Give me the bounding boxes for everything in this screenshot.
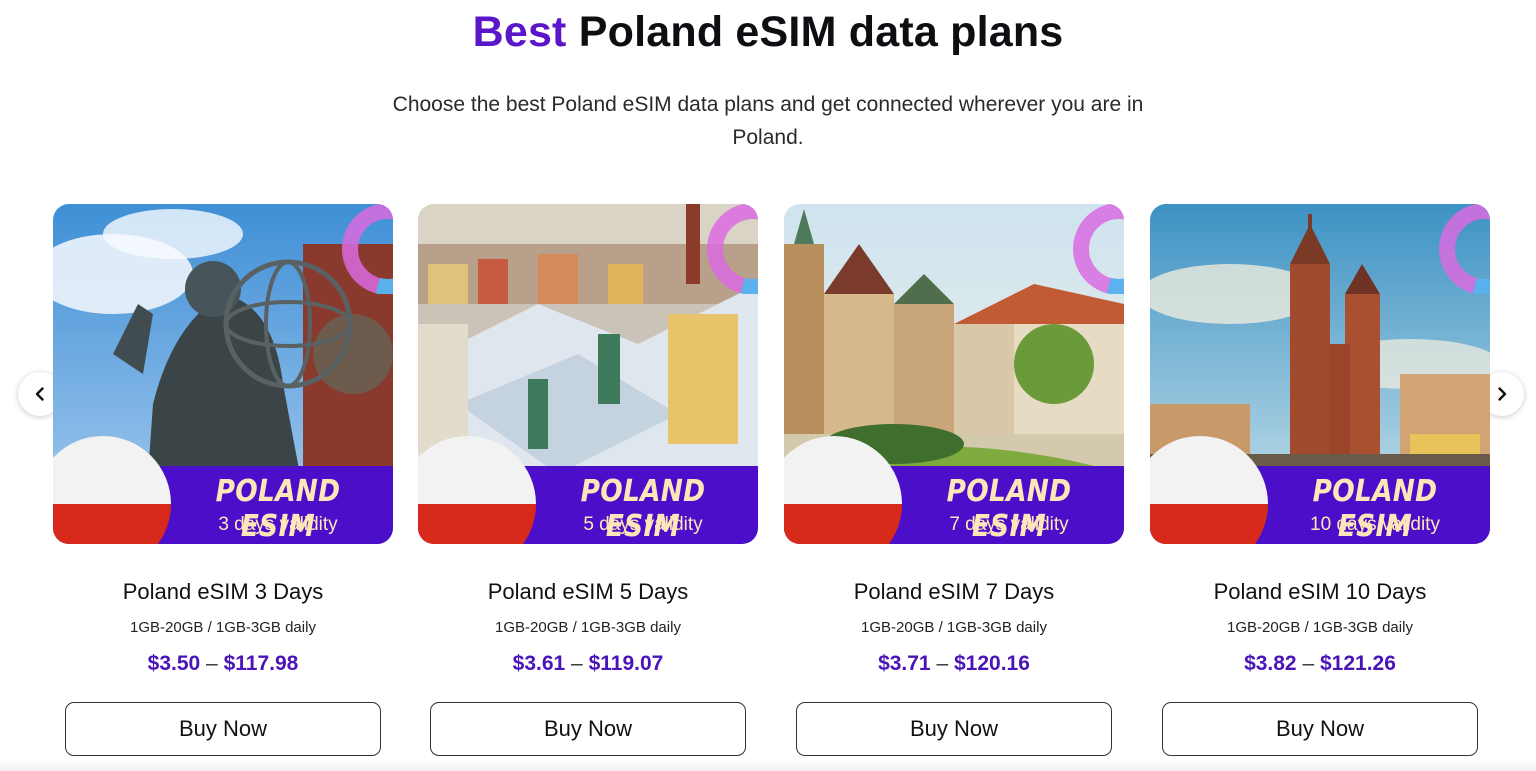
plan-title[interactable]: Poland eSIM 7 Days [784, 579, 1124, 605]
price-high: $119.07 [588, 652, 664, 675]
price-separator: – [571, 652, 583, 675]
plan-price-range: $3.82 – $121.26 [1150, 652, 1490, 676]
plan-price-range: $3.61 – $119.07 [418, 652, 758, 676]
plan-data-allowance: 1GB-20GB / 1GB-3GB daily [495, 619, 681, 636]
price-separator: – [936, 652, 949, 675]
plan-title[interactable]: Poland eSIM 5 Days [418, 579, 758, 605]
price-high: $121.26 [1320, 652, 1396, 675]
plan-title[interactable]: Poland eSIM 10 Days [1150, 579, 1490, 605]
price-low: $3.61 [512, 652, 566, 675]
banner-validity: 3 days validity [218, 514, 338, 535]
plan-card[interactable]: POLAND ESIM 3 days validity Poland eSIM … [53, 204, 393, 756]
plan-data-allowance: 1GB-20GB / 1GB-3GB daily [861, 619, 1047, 636]
plan-price-range: $3.50 – $117.98 [53, 652, 393, 676]
plan-card[interactable]: POLAND ESIM 7 days validity Poland eSIM … [784, 204, 1124, 756]
plan-price-range: $3.71 – $120.16 [784, 652, 1124, 676]
plan-image[interactable]: POLAND ESIM 5 days validity [418, 204, 758, 544]
page-title: Best Poland eSIM data plans [0, 8, 1536, 57]
chevron-right-icon [1498, 387, 1507, 401]
plan-data-allowance: 1GB-20GB / 1GB-3GB daily [130, 619, 316, 636]
brand-ring-graphic [342, 204, 393, 294]
price-low: $3.71 [878, 652, 931, 675]
plan-image[interactable]: POLAND ESIM 7 days validity [784, 204, 1124, 544]
plan-card[interactable]: POLAND ESIM 10 days validity Poland eSIM… [1150, 204, 1490, 756]
plan-image[interactable]: POLAND ESIM 3 days validity [53, 204, 393, 544]
brand-ring-graphic [1073, 204, 1124, 294]
price-separator: – [1302, 652, 1315, 675]
plan-data-allowance: 1GB-20GB / 1GB-3GB daily [1227, 619, 1413, 636]
poland-flag [53, 436, 171, 544]
banner-validity: 5 days validity [583, 514, 703, 535]
buy-now-button[interactable]: Buy Now [1162, 702, 1478, 756]
plan-card[interactable]: POLAND ESIM 5 days validity Poland eSIM … [418, 204, 758, 756]
plan-image[interactable]: POLAND ESIM 10 days validity [1150, 204, 1490, 544]
page-bottom-edge [0, 760, 1536, 771]
page-title-rest: Poland eSIM data plans [578, 8, 1064, 56]
chevron-left-icon [35, 387, 44, 401]
price-low: $3.82 [1244, 652, 1297, 675]
banner-validity: 7 days validity [949, 514, 1069, 535]
page-title-accent: Best [472, 8, 567, 56]
buy-now-button[interactable]: Buy Now [65, 702, 381, 756]
buy-now-button[interactable]: Buy Now [430, 702, 746, 756]
buy-now-button[interactable]: Buy Now [796, 702, 1112, 756]
banner-validity: 10 days validity [1310, 514, 1440, 535]
brand-ring-graphic [707, 204, 758, 294]
page-subtitle: Choose the best Poland eSIM data plans a… [392, 93, 1144, 149]
poland-flag [784, 436, 902, 544]
plan-title[interactable]: Poland eSIM 3 Days [53, 579, 393, 605]
brand-ring-graphic [1439, 204, 1490, 294]
poland-flag [418, 436, 536, 544]
price-separator: – [206, 652, 218, 675]
poland-flag [1150, 436, 1268, 544]
price-high: $120.16 [954, 652, 1030, 675]
price-high: $117.98 [223, 652, 299, 675]
price-low: $3.50 [147, 652, 201, 675]
